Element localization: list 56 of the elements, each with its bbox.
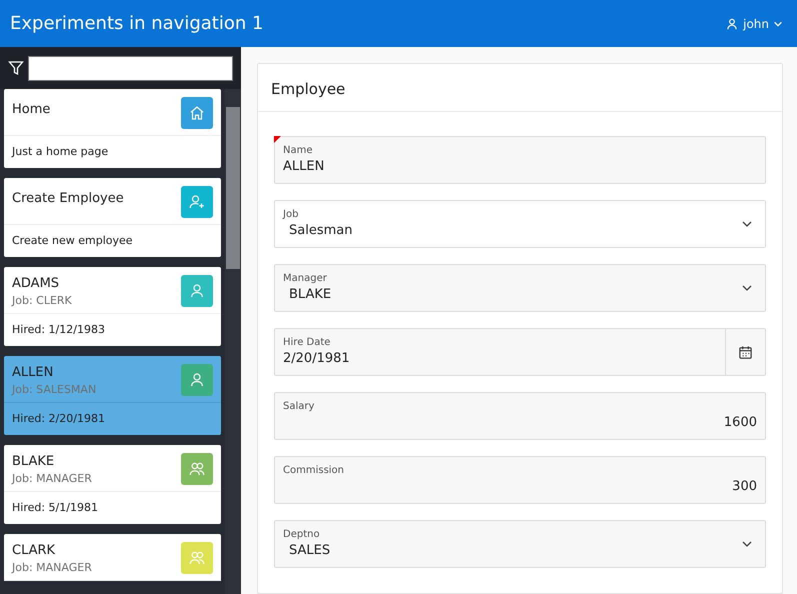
field-value: SALES — [288, 542, 330, 558]
field-label: Hire Date — [283, 337, 332, 348]
add-user-icon — [188, 193, 206, 211]
select-field[interactable]: Manager BLAKE — [274, 264, 766, 312]
field-value: BLAKE — [288, 286, 332, 302]
home-icon — [188, 104, 206, 122]
nav-card[interactable]: ADAMS Job: CLERK Hired: 1/12/1983 — [4, 267, 221, 346]
field-label: Commission — [283, 465, 346, 476]
card-title: BLAKE — [12, 453, 56, 470]
nav-card[interactable]: ALLEN Job: SALESMAN Hired: 2/20/1981 — [4, 356, 221, 435]
card-subtitle: Job: CLERK — [12, 294, 72, 307]
card-title: Create Employee — [12, 190, 124, 207]
card-footer-text: Just a home page — [10, 144, 110, 160]
field-label: Manager — [283, 273, 328, 284]
card-subtitle: Job: MANAGER — [12, 472, 92, 485]
region-title: Employee — [258, 64, 782, 112]
user-icon — [188, 371, 206, 389]
field-label: Name — [283, 145, 314, 156]
nav-card[interactable]: Home Just a home page — [4, 89, 221, 168]
user-menu-button[interactable]: john — [721, 12, 787, 34]
input-field[interactable]: Salary 1600 — [274, 392, 766, 440]
card-title: ADAMS — [12, 275, 60, 292]
card-footer-text: Hired: 1/12/1983 — [11, 322, 106, 338]
select-field[interactable]: Job Salesman — [274, 200, 766, 248]
card-footer-text: Create new employee — [11, 233, 134, 249]
calendar-icon — [738, 344, 753, 360]
app-title: Experiments in navigation 1 — [10, 13, 264, 34]
field-value: 300 — [732, 478, 757, 494]
user-icon — [188, 282, 206, 300]
filter-icon — [8, 60, 24, 76]
field-label: Salary — [283, 401, 316, 412]
input-field[interactable]: Commission 300 — [274, 456, 766, 504]
filter-field[interactable] — [28, 56, 233, 80]
card-subtitle: Job: SALESMAN — [12, 383, 96, 396]
card-title: ALLEN — [12, 364, 54, 381]
users-icon — [188, 549, 206, 567]
card-title: Home — [12, 101, 50, 118]
field-label: Job — [283, 209, 300, 220]
card-title: CLARK — [12, 542, 56, 559]
card-footer-text: Hired: 2/20/1981 — [11, 411, 106, 427]
card-subtitle: Job: MANAGER — [12, 561, 92, 574]
select-field[interactable]: Deptno SALES — [274, 520, 766, 568]
card-footer-text: Hired: 5/1/1981 — [11, 500, 99, 516]
scrollbar[interactable] — [225, 89, 241, 594]
field-label: Deptno — [283, 529, 321, 540]
field-value: ALLEN — [283, 158, 324, 174]
field-value: 1600 — [724, 414, 757, 430]
nav-card[interactable]: BLAKE Job: MANAGER Hired: 5/1/1981 — [4, 445, 221, 524]
nav-card[interactable]: CLARK Job: MANAGER — [4, 534, 221, 581]
input-field[interactable]: Name ALLEN — [274, 136, 766, 184]
date-field[interactable]: Hire Date 2/20/1981 — [274, 328, 766, 376]
field-value: 2/20/1981 — [283, 350, 350, 366]
field-value: Salesman — [288, 222, 352, 238]
users-icon — [188, 460, 206, 478]
nav-card[interactable]: Create Employee Create new employee — [4, 178, 221, 257]
user-icon — [725, 16, 740, 30]
